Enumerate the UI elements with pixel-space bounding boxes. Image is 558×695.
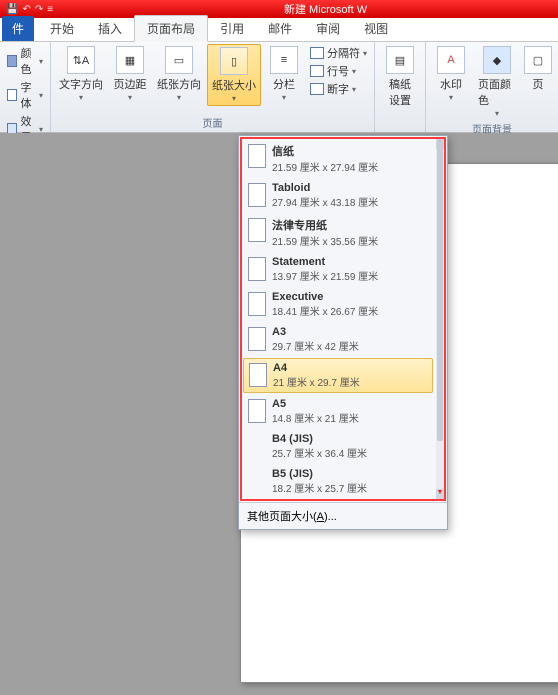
page-icon	[248, 327, 266, 351]
tab-view[interactable]: 视图	[352, 16, 400, 41]
text-direction-icon: ⇅A	[67, 46, 95, 74]
button-page-border[interactable]: ▢页	[522, 44, 554, 94]
size-label: 信纸21.59 厘米 x 27.94 厘米	[272, 143, 378, 174]
page-size-dropdown: 信纸21.59 厘米 x 27.94 厘米 Tabloid27.94 厘米 x 4…	[238, 135, 448, 530]
palette-icon	[7, 55, 17, 67]
tab-mail[interactable]: 邮件	[256, 16, 304, 41]
size-option-tabloid[interactable]: Tabloid27.94 厘米 x 43.18 厘米	[242, 178, 434, 213]
size-option-statement[interactable]: Statement13.97 厘米 x 21.59 厘米	[242, 252, 434, 287]
font-icon	[7, 89, 17, 101]
tab-file[interactable]: 件	[2, 16, 34, 41]
button-watermark[interactable]: A水印▾	[430, 44, 472, 104]
size-option--[interactable]: 法律专用纸21.59 厘米 x 35.56 厘米	[242, 213, 434, 252]
size-label: 法律专用纸21.59 厘米 x 35.56 厘米	[272, 217, 378, 248]
size-label: Statement13.97 厘米 x 21.59 厘米	[272, 256, 378, 283]
size-option-b5-jis-[interactable]: B5 (JIS)18.2 厘米 x 25.7 厘米	[242, 464, 434, 499]
button-orientation[interactable]: ▭纸张方向▾	[153, 44, 205, 104]
button-page-size[interactable]: ▯纸张大小▾	[207, 44, 261, 106]
size-label: A514.8 厘米 x 21 厘米	[272, 398, 359, 425]
margins-icon: ▦	[116, 46, 144, 74]
button-hyphenation[interactable]: 断字▾	[307, 80, 370, 98]
stationery-icon: ▤	[386, 46, 414, 74]
button-margins[interactable]: ▦页边距▾	[109, 44, 151, 104]
page-icon	[248, 183, 266, 207]
button-theme-fonts[interactable]: 字体▾	[4, 78, 46, 112]
page-size-icon: ▯	[220, 47, 248, 75]
button-line-numbers[interactable]: 行号▾	[307, 62, 370, 80]
dropdown-scrollbar[interactable]: ▲ ▼	[436, 139, 444, 499]
size-option-a5[interactable]: A514.8 厘米 x 21 厘米	[242, 394, 434, 429]
page-color-icon: ◆	[483, 46, 511, 74]
breaks-icon	[310, 47, 324, 59]
lineno-icon	[310, 65, 324, 77]
border-icon: ▢	[524, 46, 552, 74]
size-label: B5 (JIS)18.2 厘米 x 25.7 厘米	[272, 468, 367, 495]
more-paper-sizes[interactable]: 其他页面大小(A)...	[239, 502, 447, 529]
columns-icon: ≡	[270, 46, 298, 74]
ribbon-tabs: 件 开始 插入 页面布局 引用 邮件 审阅 视图	[0, 18, 558, 42]
tab-page-layout[interactable]: 页面布局	[134, 15, 208, 42]
size-label: Tabloid27.94 厘米 x 43.18 厘米	[272, 182, 378, 209]
group-label-stationery	[379, 118, 421, 132]
hyphen-icon	[310, 83, 324, 95]
qat-redo-icon[interactable]: ↷	[35, 4, 43, 15]
size-option-executive[interactable]: Executive18.41 厘米 x 26.67 厘米	[242, 287, 434, 322]
size-label: Executive18.41 厘米 x 26.67 厘米	[272, 291, 378, 318]
group-themes: 颜色▾ 字体▾ 效果▾ 主题	[0, 42, 51, 132]
group-stationery: ▤稿纸设置	[375, 42, 426, 132]
button-text-direction[interactable]: ⇅A文字方向▾	[55, 44, 107, 104]
qat-more-icon[interactable]: ≡	[47, 4, 53, 15]
page-icon	[249, 363, 267, 387]
tab-review[interactable]: 审阅	[304, 16, 352, 41]
button-theme-colors[interactable]: 颜色▾	[4, 44, 46, 78]
page-icon	[248, 257, 266, 281]
group-page-background: A水印▾ ◆页面颜色▾ ▢页 页面背景	[426, 42, 558, 132]
size-option-b4-jis-[interactable]: B4 (JIS)25.7 厘米 x 36.4 厘米	[242, 429, 434, 464]
page-icon	[248, 292, 266, 316]
ribbon: 颜色▾ 字体▾ 效果▾ 主题 ⇅A文字方向▾ ▦页边距▾ ▭纸张方向▾ ▯纸张大…	[0, 42, 558, 133]
button-breaks[interactable]: 分隔符▾	[307, 44, 370, 62]
scroll-thumb[interactable]	[437, 141, 443, 441]
qat-undo-icon[interactable]: ↶	[22, 4, 30, 15]
button-page-color[interactable]: ◆页面颜色▾	[474, 44, 520, 120]
size-label: B4 (JIS)25.7 厘米 x 36.4 厘米	[272, 433, 367, 460]
size-label: A421 厘米 x 29.7 厘米	[273, 362, 360, 389]
watermark-icon: A	[437, 46, 465, 74]
page-size-list: 信纸21.59 厘米 x 27.94 厘米 Tabloid27.94 厘米 x 4…	[240, 137, 446, 501]
group-label-page: 页面	[55, 114, 370, 132]
size-option-a4[interactable]: A421 厘米 x 29.7 厘米	[243, 358, 433, 393]
quick-access-toolbar: 💾 ↶ ↷ ≡	[6, 4, 53, 15]
group-page-setup: ⇅A文字方向▾ ▦页边距▾ ▭纸张方向▾ ▯纸张大小▾ ≡分栏▾ 分隔符▾ 行号…	[51, 42, 375, 132]
page-icon	[248, 399, 266, 423]
button-columns[interactable]: ≡分栏▾	[263, 44, 305, 104]
qat-save-icon[interactable]: 💾	[6, 4, 18, 15]
page-icon	[248, 218, 266, 242]
tab-home[interactable]: 开始	[38, 16, 86, 41]
size-option--[interactable]: 信纸21.59 厘米 x 27.94 厘米	[242, 139, 434, 178]
orientation-icon: ▭	[165, 46, 193, 74]
tab-insert[interactable]: 插入	[86, 16, 134, 41]
size-label: A329.7 厘米 x 42 厘米	[272, 326, 359, 353]
size-option-a3[interactable]: A329.7 厘米 x 42 厘米	[242, 322, 434, 357]
page-icon	[248, 144, 266, 168]
button-stationery[interactable]: ▤稿纸设置	[379, 44, 421, 110]
tab-references[interactable]: 引用	[208, 16, 256, 41]
scroll-down-arrow-icon[interactable]: ▼	[436, 489, 444, 499]
